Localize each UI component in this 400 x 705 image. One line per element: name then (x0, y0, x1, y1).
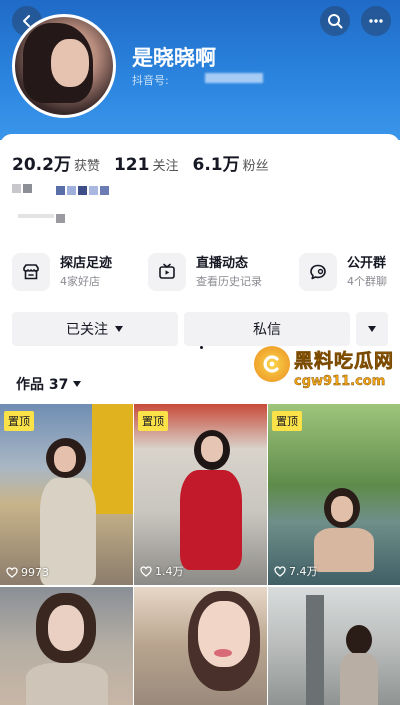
live-icon (148, 253, 186, 291)
heart-icon (274, 565, 286, 577)
caret-down-icon (115, 326, 123, 332)
bio-mosaic (56, 186, 109, 195)
stat-followers[interactable]: 6.1万 粉丝 (192, 150, 268, 175)
heart-icon (6, 567, 18, 578)
chat-icon (299, 253, 337, 291)
pinned-badge: 置顶 (4, 411, 34, 431)
store-icon (12, 253, 50, 291)
search-button[interactable] (320, 6, 350, 36)
feature-row: 探店足迹 4家好店 直播动态 查看历史记录 公开群 4个群聊 (12, 252, 388, 292)
profile-screen: { "header": { "nickname": "是晓晓啊", "douyi… (0, 0, 400, 705)
like-count: 7.4万 (274, 563, 318, 579)
video-tile[interactable]: 置顶 9973 (0, 404, 133, 585)
watermark-url: cgw911.com (294, 374, 386, 389)
stat-likes[interactable]: 20.2万 获赞 (12, 150, 100, 175)
feature-store-visits[interactable]: 探店足迹 4家好店 (12, 252, 140, 292)
heart-icon (140, 565, 152, 577)
nickname: 是晓晓啊 (132, 46, 216, 70)
feature-live-history[interactable]: 直播动态 查看历史记录 (148, 252, 288, 292)
video-tile[interactable] (268, 587, 400, 705)
video-tile[interactable] (134, 587, 267, 705)
more-icon (369, 19, 383, 23)
video-tile[interactable]: 置顶 1.4万 (134, 404, 267, 585)
followed-button[interactable]: 已关注 (12, 312, 178, 346)
more-actions-button[interactable] (356, 312, 388, 346)
like-count: 9973 (6, 566, 49, 579)
caret-down-icon (73, 381, 82, 387)
bio-mosaic (12, 184, 32, 193)
stats-row: 20.2万 获赞 121 关注 6.1万 粉丝 (12, 150, 269, 175)
divider-dot (200, 346, 203, 349)
douyin-id-value-blurred (205, 73, 263, 83)
feature-public-group[interactable]: 公开群 4个群聊 (299, 252, 388, 292)
video-tile[interactable]: 置顶 7.4万 (268, 404, 400, 585)
avatar[interactable] (12, 14, 116, 118)
pinned-badge: 置顶 (138, 411, 168, 431)
pinned-badge: 置顶 (272, 411, 302, 431)
watermark-c-icon (263, 355, 279, 373)
stat-following[interactable]: 121 关注 (114, 155, 179, 175)
watermark-logo (254, 346, 290, 382)
profile-header: 是晓晓啊 抖音号: (0, 0, 400, 140)
works-tab[interactable]: 作品 37 (16, 374, 82, 394)
watermark-title: 黑料吃瓜网 (294, 350, 395, 373)
video-tile[interactable] (0, 587, 133, 705)
message-button[interactable]: 私信 (184, 312, 350, 346)
like-count: 1.4万 (140, 563, 184, 579)
search-icon (328, 14, 343, 29)
bio-mosaic (18, 214, 65, 223)
douyin-id-label: 抖音号: (132, 74, 169, 87)
more-button[interactable] (361, 6, 391, 36)
caret-down-icon (368, 326, 376, 332)
